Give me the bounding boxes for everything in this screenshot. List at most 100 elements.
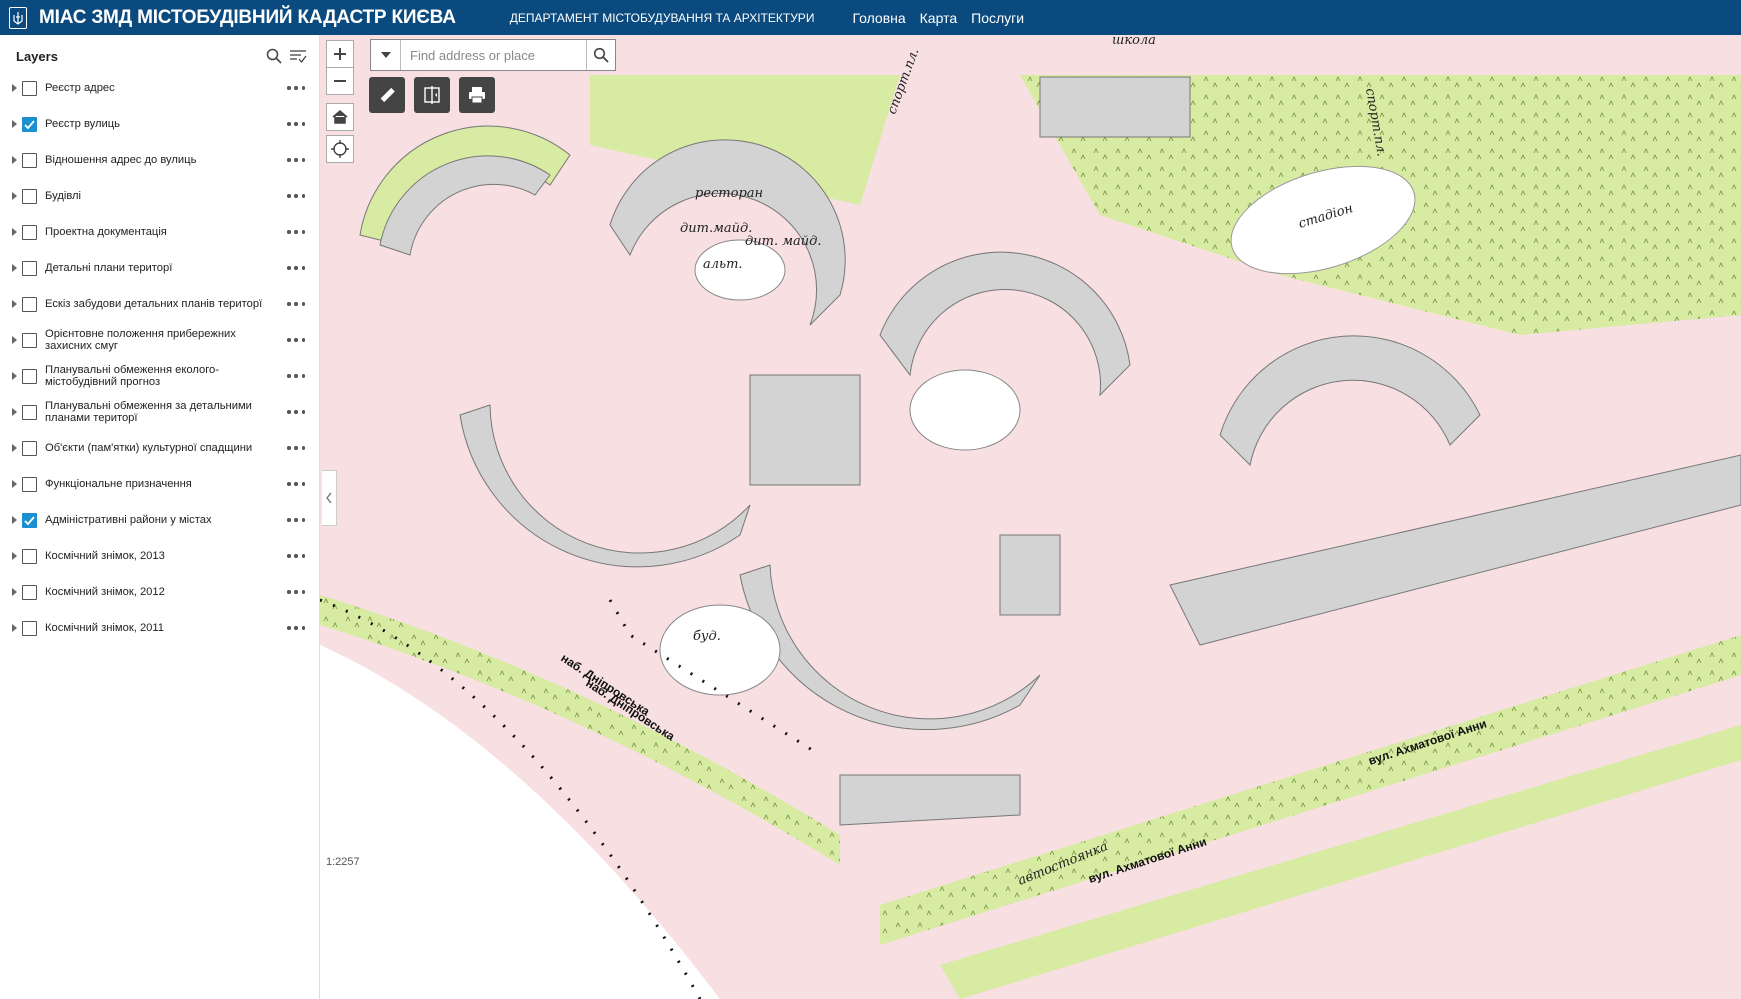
layer-item[interactable]: Реєстр вулиць (0, 106, 320, 142)
expand-caret-icon[interactable] (12, 335, 20, 345)
expand-caret-icon[interactable] (12, 83, 20, 93)
more-options-icon[interactable] (287, 301, 305, 307)
expand-caret-icon[interactable] (12, 299, 20, 309)
layer-item[interactable]: Будівлі (0, 178, 320, 214)
layer-item[interactable]: Відношення адрес до вулиць (0, 142, 320, 178)
nav-home[interactable]: Головна (852, 10, 905, 26)
expand-caret-icon[interactable] (12, 119, 20, 129)
locate-button[interactable] (326, 135, 354, 163)
more-options-icon[interactable] (287, 481, 305, 487)
expand-caret-icon[interactable] (12, 371, 20, 381)
more-options-icon[interactable] (287, 193, 305, 199)
layer-item[interactable]: Планувальні обмеження за детальними план… (0, 394, 320, 430)
layer-label: Космічний знімок, 2011 (45, 622, 164, 634)
expand-caret-icon[interactable] (12, 263, 20, 273)
layer-checkbox[interactable] (22, 224, 37, 240)
more-options-icon[interactable] (287, 589, 305, 595)
check-icon (24, 119, 35, 129)
layer-item[interactable]: Адміністративні райони у містах (0, 502, 320, 538)
filter-list-icon[interactable] (289, 47, 307, 70)
layer-label: Космічний знімок, 2013 (45, 550, 165, 562)
zoom-in-button[interactable] (326, 40, 354, 68)
layer-item[interactable]: Об'єкти (пам'ятки) культурної спадщини (0, 430, 320, 466)
layer-label: Проектна документація (45, 226, 167, 238)
map-drawing: школа спорт.пл. спорт.пл. стадіон рестор… (320, 35, 1741, 999)
more-options-icon[interactable] (287, 517, 305, 523)
map-scale: 1:2257 (326, 856, 360, 868)
layer-checkbox[interactable] (22, 620, 37, 636)
more-options-icon[interactable] (287, 121, 305, 127)
expand-caret-icon[interactable] (12, 551, 20, 561)
search-icon[interactable] (265, 47, 283, 70)
search-input[interactable] (401, 40, 586, 70)
department-link[interactable]: ДЕПАРТАМЕНТ МІСТОБУДУВАННЯ ТА АРХІТЕКТУР… (510, 11, 815, 25)
more-options-icon[interactable] (287, 445, 305, 451)
layer-checkbox[interactable] (22, 584, 37, 600)
layer-checkbox[interactable] (22, 512, 37, 528)
more-options-icon[interactable] (287, 373, 305, 379)
collapse-panel-button[interactable] (322, 470, 337, 526)
expand-caret-icon[interactable] (12, 191, 20, 201)
more-options-icon[interactable] (287, 229, 305, 235)
more-options-icon[interactable] (287, 265, 305, 271)
layer-checkbox[interactable] (22, 368, 37, 384)
layer-label: Адміністративні райони у містах (45, 514, 212, 526)
layer-item[interactable]: Детальні плани територї (0, 250, 320, 286)
home-button[interactable] (326, 103, 354, 131)
layer-label: Планувальні обмеження за детальними план… (45, 400, 252, 424)
layer-checkbox[interactable] (22, 152, 37, 168)
more-options-icon[interactable] (287, 85, 305, 91)
more-options-icon[interactable] (287, 553, 305, 559)
layer-item[interactable]: Орієнтовне положення прибережних захисни… (0, 322, 320, 358)
layer-checkbox[interactable] (22, 296, 37, 312)
expand-caret-icon[interactable] (12, 155, 20, 165)
layer-checkbox[interactable] (22, 440, 37, 456)
nav-services[interactable]: Послуги (971, 10, 1024, 26)
search-button[interactable] (586, 40, 615, 70)
layer-checkbox[interactable] (22, 116, 37, 132)
more-options-icon[interactable] (287, 409, 305, 415)
more-options-icon[interactable] (287, 625, 305, 631)
layer-checkbox[interactable] (22, 404, 37, 420)
layer-item[interactable]: Планувальні обмеження еколого-містобудів… (0, 358, 320, 394)
layer-item[interactable]: Функціональне призначення (0, 466, 320, 502)
printer-icon (469, 87, 485, 104)
layer-item[interactable]: Космічний знімок, 2013 (0, 538, 320, 574)
expand-caret-icon[interactable] (12, 623, 20, 633)
search-source-dropdown[interactable] (371, 40, 401, 70)
zoom-out-button[interactable] (326, 67, 354, 95)
layer-checkbox[interactable] (22, 260, 37, 276)
layer-item[interactable]: Реєстр адрес (0, 70, 320, 106)
expand-caret-icon[interactable] (12, 227, 20, 237)
map-label-restaurant: ресторан (695, 186, 763, 201)
map-label-alt: альт. (703, 257, 743, 272)
expand-caret-icon[interactable] (12, 515, 20, 525)
app-title[interactable]: МІАС ЗМД МІСТОБУДІВНИЙ КАДАСТР КИЄВА (39, 7, 456, 29)
expand-caret-icon[interactable] (12, 443, 20, 453)
kyiv-emblem-icon[interactable] (9, 6, 27, 29)
chevron-down-icon (380, 52, 391, 58)
map-canvas[interactable]: школа спорт.пл. спорт.пл. стадіон рестор… (320, 35, 1741, 999)
measure-button[interactable] (369, 77, 405, 113)
layer-item[interactable]: Ескіз забудови детальних планів територї (0, 286, 320, 322)
layer-checkbox[interactable] (22, 332, 37, 348)
layer-checkbox[interactable] (22, 188, 37, 204)
swipe-button[interactable] (414, 77, 450, 113)
layer-checkbox[interactable] (22, 80, 37, 96)
check-icon (24, 515, 35, 525)
nav-map[interactable]: Карта (920, 10, 957, 26)
print-button[interactable] (459, 77, 495, 113)
layer-label: Ескіз забудови детальних планів територї (45, 298, 263, 310)
map-label-construction: буд. (693, 629, 721, 644)
more-options-icon[interactable] (287, 337, 305, 343)
layer-item[interactable]: Космічний знімок, 2012 (0, 574, 320, 610)
expand-caret-icon[interactable] (12, 587, 20, 597)
layer-checkbox[interactable] (22, 548, 37, 564)
expand-caret-icon[interactable] (12, 407, 20, 417)
expand-caret-icon[interactable] (12, 479, 20, 489)
panel-title: Layers (16, 48, 58, 64)
layer-item[interactable]: Проектна документація (0, 214, 320, 250)
layer-item[interactable]: Космічний знімок, 2011 (0, 610, 320, 646)
more-options-icon[interactable] (287, 157, 305, 163)
layer-checkbox[interactable] (22, 476, 37, 492)
